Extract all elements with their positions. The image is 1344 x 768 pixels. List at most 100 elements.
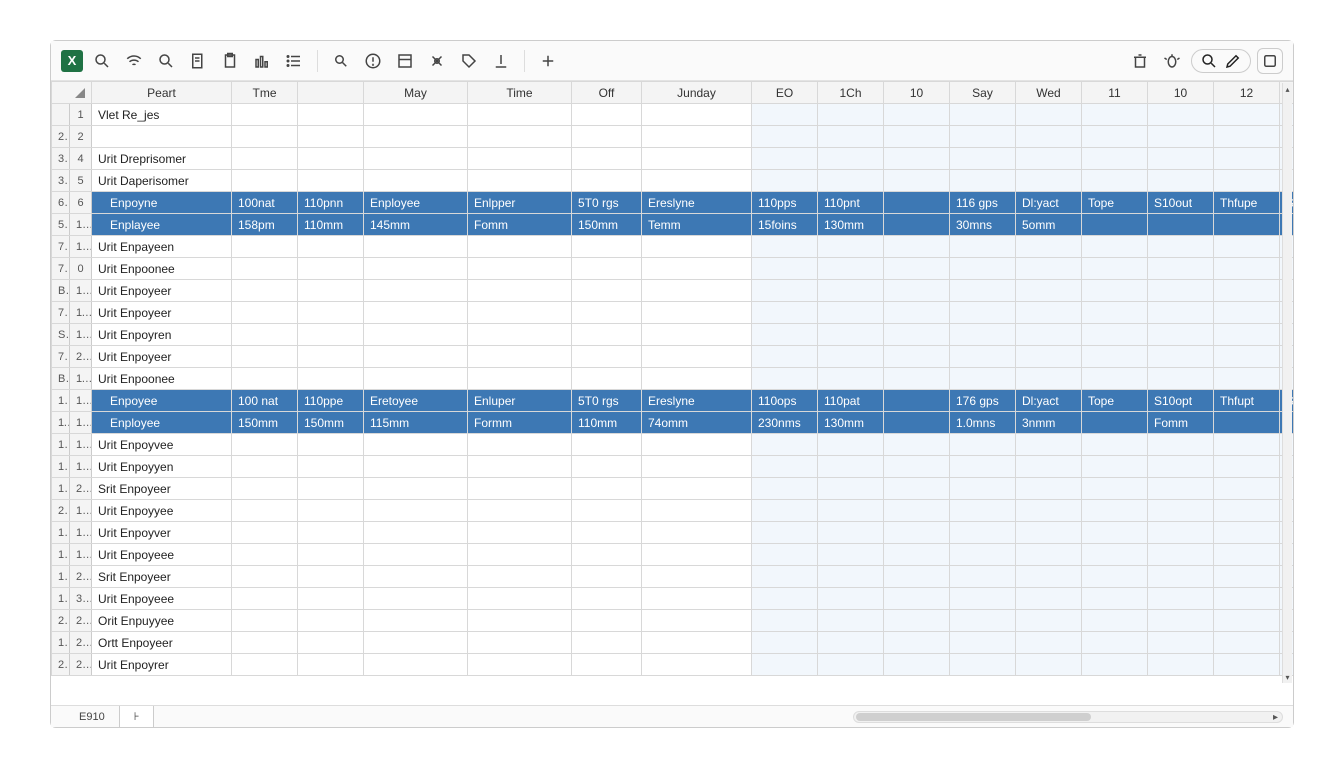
row-number[interactable]: 7: [52, 236, 70, 258]
search-pill[interactable]: [1191, 49, 1251, 73]
cell[interactable]: [572, 368, 642, 390]
cell[interactable]: [1148, 236, 1214, 258]
cell[interactable]: [1148, 104, 1214, 126]
cell[interactable]: Fomm: [468, 214, 572, 236]
cell[interactable]: 15foins: [752, 214, 818, 236]
cell[interactable]: [232, 434, 298, 456]
cell[interactable]: [1082, 368, 1148, 390]
cell[interactable]: [298, 434, 364, 456]
cell[interactable]: [1148, 170, 1214, 192]
table-row[interactable]: 22: [52, 126, 1294, 148]
row-number[interactable]: 11: [52, 412, 70, 434]
cell[interactable]: [950, 346, 1016, 368]
cell[interactable]: [364, 280, 468, 302]
cell[interactable]: Temm: [642, 214, 752, 236]
cell[interactable]: [950, 258, 1016, 280]
row-number[interactable]: 18: [52, 478, 70, 500]
cell[interactable]: [1214, 258, 1280, 280]
row-number[interactable]: 18: [70, 214, 92, 236]
cell[interactable]: [1148, 346, 1214, 368]
row-number[interactable]: 7: [52, 258, 70, 280]
table-row[interactable]: 1910Enpoyee100 nat110ppeEretoyeeEnluper5…: [52, 390, 1294, 412]
cell[interactable]: [364, 632, 468, 654]
cell[interactable]: [884, 632, 950, 654]
cell[interactable]: [364, 522, 468, 544]
table-row[interactable]: 711Urit Enpoyeer: [52, 302, 1294, 324]
cell[interactable]: [818, 170, 884, 192]
table-row[interactable]: 1913Urit Enpoyvee: [52, 434, 1294, 456]
cell[interactable]: [752, 522, 818, 544]
row-number[interactable]: 17: [70, 544, 92, 566]
cell[interactable]: [1148, 368, 1214, 390]
cell[interactable]: [1016, 588, 1082, 610]
cell[interactable]: 158pm: [232, 214, 298, 236]
cell[interactable]: [884, 170, 950, 192]
cell[interactable]: [1082, 104, 1148, 126]
cell[interactable]: [364, 456, 468, 478]
cell[interactable]: [572, 170, 642, 192]
cell[interactable]: [1214, 412, 1280, 434]
row-number[interactable]: B: [52, 368, 70, 390]
cell[interactable]: S10opt: [1148, 390, 1214, 412]
cell[interactable]: [818, 324, 884, 346]
cell[interactable]: [1148, 258, 1214, 280]
cell[interactable]: [884, 654, 950, 676]
cell[interactable]: [232, 170, 298, 192]
row-number[interactable]: 4: [70, 148, 92, 170]
cell[interactable]: Tope: [1082, 192, 1148, 214]
cell[interactable]: Enplayee: [92, 214, 232, 236]
find-icon[interactable]: [328, 48, 354, 74]
cell[interactable]: [364, 324, 468, 346]
cell[interactable]: [1148, 522, 1214, 544]
table-row[interactable]: S10Urit Enpoyren: [52, 324, 1294, 346]
cell[interactable]: 110ppe: [298, 390, 364, 412]
cell[interactable]: [884, 500, 950, 522]
cell[interactable]: 110pps: [752, 192, 818, 214]
cell[interactable]: [950, 478, 1016, 500]
cell[interactable]: [298, 368, 364, 390]
cell[interactable]: [572, 522, 642, 544]
cell[interactable]: [364, 654, 468, 676]
table-row[interactable]: B11Urit Enpoonee: [52, 368, 1294, 390]
row-number[interactable]: 10: [70, 280, 92, 302]
cell[interactable]: [572, 544, 642, 566]
cell[interactable]: [468, 126, 572, 148]
cell[interactable]: [1082, 632, 1148, 654]
cell[interactable]: [468, 500, 572, 522]
cell[interactable]: [1082, 610, 1148, 632]
cell[interactable]: [572, 148, 642, 170]
cell[interactable]: [468, 170, 572, 192]
cell[interactable]: [1016, 170, 1082, 192]
cell[interactable]: 110ops: [752, 390, 818, 412]
cell[interactable]: Ortt Enpoyeer: [92, 632, 232, 654]
cell[interactable]: [1148, 280, 1214, 302]
table-row[interactable]: 2829Urit Enpoyrer: [52, 654, 1294, 676]
cell[interactable]: [642, 258, 752, 280]
row-number[interactable]: 10: [70, 236, 92, 258]
cell[interactable]: [298, 478, 364, 500]
row-number[interactable]: 10: [70, 324, 92, 346]
cell[interactable]: [1214, 456, 1280, 478]
cell[interactable]: [752, 258, 818, 280]
cell[interactable]: [232, 346, 298, 368]
row-number[interactable]: 18: [52, 544, 70, 566]
clipboard-icon[interactable]: [217, 48, 243, 74]
cell[interactable]: [1148, 324, 1214, 346]
cell[interactable]: [950, 434, 1016, 456]
cell[interactable]: 100 nat: [232, 390, 298, 412]
cell[interactable]: [818, 302, 884, 324]
cell[interactable]: [1082, 148, 1148, 170]
row-number[interactable]: 39: [70, 588, 92, 610]
cell[interactable]: [642, 236, 752, 258]
cell[interactable]: [884, 280, 950, 302]
table-row[interactable]: 1817Urit Enpoyeee: [52, 544, 1294, 566]
cell[interactable]: Dl:yact: [1016, 192, 1082, 214]
cell[interactable]: [642, 456, 752, 478]
row-number[interactable]: 5: [52, 214, 70, 236]
cell[interactable]: [884, 610, 950, 632]
cell[interactable]: [1082, 588, 1148, 610]
cell[interactable]: [232, 104, 298, 126]
row-number[interactable]: 1: [70, 104, 92, 126]
cell[interactable]: [642, 500, 752, 522]
cell[interactable]: [232, 126, 298, 148]
